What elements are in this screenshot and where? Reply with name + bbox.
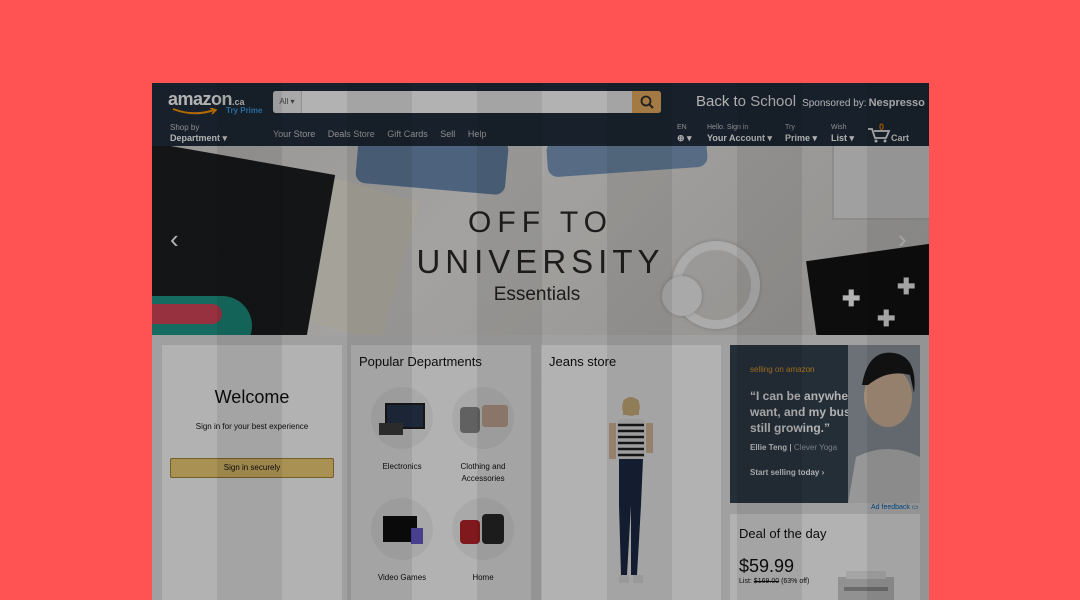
nav-links: Your Store Deals Store Gift Cards Sell H… xyxy=(273,129,496,139)
video-games-image xyxy=(371,498,433,560)
feedback-icon: ▭ xyxy=(911,504,919,511)
electronics-image xyxy=(371,387,433,449)
nav-sell[interactable]: Sell xyxy=(440,129,455,139)
welcome-subtitle: Sign in for your best experience xyxy=(195,422,309,431)
printer-image xyxy=(838,571,894,600)
ad-company: Clever Yoga xyxy=(793,443,838,452)
hero-cross-mark: ✚ xyxy=(877,306,896,331)
jeans-model-image xyxy=(609,397,653,583)
try-prime-link[interactable]: Try Prime xyxy=(226,106,262,115)
jeans-store-title: Jeans store xyxy=(549,354,617,369)
home-image xyxy=(452,498,514,560)
promo-title: Back to School xyxy=(696,93,797,110)
wishlist-line1: Wish xyxy=(831,124,847,131)
prime-menu[interactable]: Try Prime ▾ xyxy=(785,123,817,143)
wishlist-line2: List xyxy=(831,133,848,143)
shop-by-line2: Department xyxy=(170,133,221,143)
account-menu[interactable]: Hello. Sign in Your Account ▾ xyxy=(707,123,772,143)
department-video-games[interactable]: Video Games xyxy=(362,498,442,584)
deal-list-label: List: xyxy=(739,578,752,585)
ad-feedback-label: Ad feedback xyxy=(871,504,910,511)
hero-carousel[interactable]: ✚ ✚ ✚ OFF TO UNIVERSITY Essentials ‹ › xyxy=(152,146,929,335)
language-selector[interactable]: EN ⊕ ▾ xyxy=(677,123,692,143)
selling-on-amazon-ad[interactable]: selling on amazon “I can be anywhere I w… xyxy=(730,345,920,503)
deal-of-the-day-card[interactable]: Deal of the day $59.99 List: $169.00 (63… xyxy=(730,514,920,600)
deal-list-amount: $169.00 xyxy=(753,578,780,585)
smile-icon xyxy=(172,108,218,115)
nav-row: Shop by Department ▾ Your Store Deals St… xyxy=(152,119,929,146)
search-icon xyxy=(640,95,654,109)
cart-label: Cart xyxy=(891,133,910,143)
hero-bag-strap-shape xyxy=(152,304,222,324)
amazon-logo[interactable]: amazon.ca Try Prime xyxy=(168,89,262,117)
popular-departments-card: Popular Departments Electronics Clothing… xyxy=(351,345,531,600)
cart-count: 0 xyxy=(879,122,885,132)
chevron-right-icon[interactable]: › xyxy=(898,226,907,252)
cart-button[interactable]: 0 Cart xyxy=(867,122,917,143)
shop-by-department[interactable]: Shop by Department ▾ xyxy=(170,123,227,143)
department-label: Home xyxy=(472,573,494,582)
shop-by-line1: Shop by xyxy=(170,123,200,132)
hero-subheadline: Essentials xyxy=(493,284,581,305)
hero-headline-1: OFF TO xyxy=(468,206,613,239)
nav-gift-cards[interactable]: Gift Cards xyxy=(387,129,428,139)
ad-brand: selling on amazon xyxy=(750,365,815,374)
promo-sponsored: Sponsored by: xyxy=(802,98,867,109)
deal-price: $59.99 xyxy=(739,556,795,576)
account-line2: Your Account xyxy=(707,133,765,143)
department-label: Electronics xyxy=(382,462,422,471)
site-header: amazon.ca Try Prime All ▾ Back to School… xyxy=(152,83,929,146)
deal-list-price: List: $169.00 (63% off) xyxy=(739,578,809,585)
deal-title: Deal of the day xyxy=(739,526,827,541)
promo-banner[interactable]: Back to School Sponsored by: Nespresso xyxy=(696,93,925,110)
department-label: Clothing and Accessories xyxy=(460,462,506,483)
welcome-title: Welcome xyxy=(214,387,290,407)
jeans-store-card[interactable]: Jeans store xyxy=(541,345,721,600)
nav-your-store[interactable]: Your Store xyxy=(273,129,315,139)
chevron-left-icon[interactable]: ‹ xyxy=(170,226,179,252)
logo-word: amazon xyxy=(168,89,233,109)
nav-deals-store[interactable]: Deals Store xyxy=(328,129,375,139)
language-label: EN xyxy=(677,124,687,131)
search-button[interactable] xyxy=(632,91,661,113)
promo-brand: Nespresso xyxy=(868,97,925,109)
ad-person: Ellie Teng | Clever Yoga xyxy=(750,443,838,452)
popular-departments-title: Popular Departments xyxy=(359,354,482,369)
search-bar: All ▾ xyxy=(273,91,661,113)
search-input[interactable] xyxy=(303,91,627,113)
wishlist-menu[interactable]: Wish List ▾ xyxy=(831,123,854,143)
sign-in-button[interactable]: Sign in securely xyxy=(170,458,334,478)
prime-line2: Prime xyxy=(785,133,811,143)
search-category-label: All xyxy=(279,97,289,106)
ad-person-image xyxy=(848,345,920,503)
account-line1: Hello. Sign in xyxy=(707,124,749,131)
department-clothing[interactable]: Clothing and Accessories xyxy=(443,387,523,485)
search-category-select[interactable]: All ▾ xyxy=(273,91,302,113)
welcome-card: Welcome Sign in for your best experience… xyxy=(162,345,342,600)
clothing-image xyxy=(452,387,514,449)
globe-icon: ⊕ ▾ xyxy=(677,133,692,143)
ad-feedback-link[interactable]: Ad feedback ▭ xyxy=(871,503,919,511)
department-electronics[interactable]: Electronics xyxy=(362,387,442,473)
ad-person-name: Ellie Teng xyxy=(750,443,788,452)
ad-cta-link[interactable]: Start selling today › xyxy=(750,468,824,477)
department-home[interactable]: Home xyxy=(443,498,523,584)
browser-window: amazon.ca Try Prime All ▾ Back to School… xyxy=(152,83,929,600)
prime-line1: Try xyxy=(785,124,795,131)
deal-discount: (63% off) xyxy=(781,578,810,585)
department-label: Video Games xyxy=(377,573,427,582)
nav-help[interactable]: Help xyxy=(468,129,487,139)
hero-headline-2: UNIVERSITY xyxy=(416,243,665,280)
